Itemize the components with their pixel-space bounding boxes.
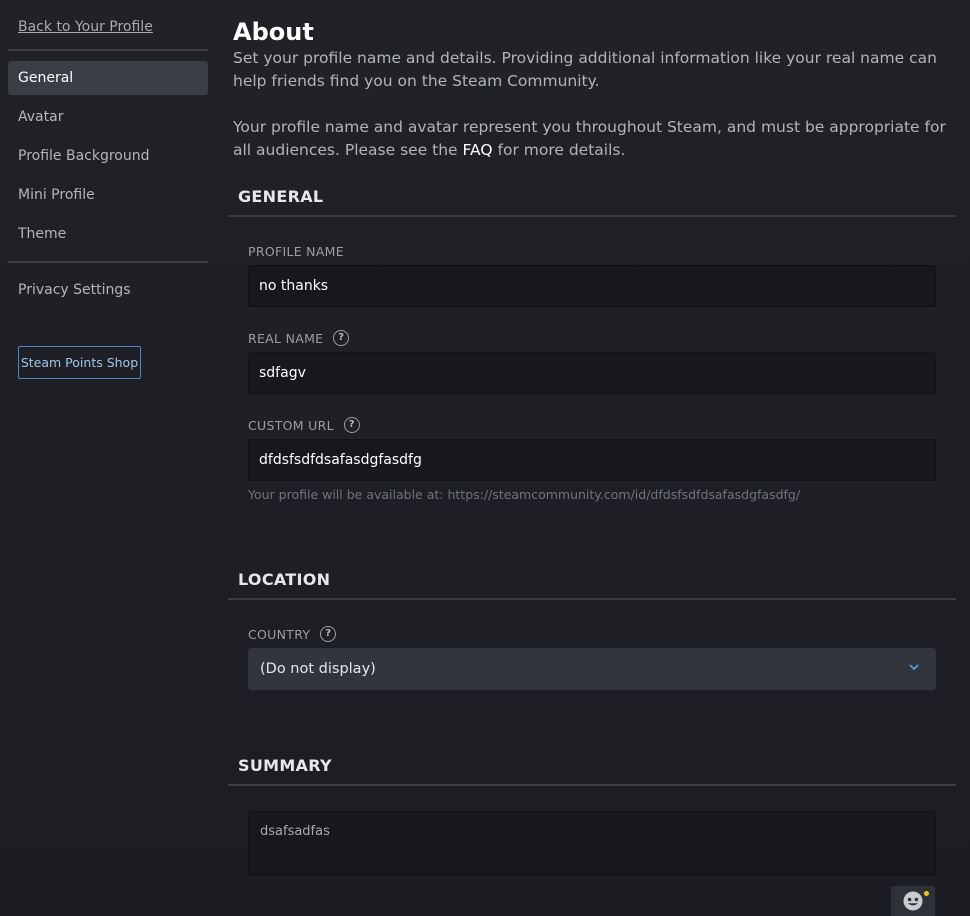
profile-name-input[interactable] bbox=[248, 265, 936, 307]
section-divider bbox=[228, 598, 956, 600]
help-icon[interactable]: ? bbox=[343, 417, 360, 433]
custom-url-label-text: CUSTOM URL bbox=[248, 417, 334, 433]
sidebar-item-profile-background[interactable]: Profile Background bbox=[8, 139, 208, 173]
intro-paragraph: Set your profile name and details. Provi… bbox=[233, 49, 937, 90]
chevron-down-icon bbox=[909, 664, 919, 671]
profile-name-label-text: PROFILE NAME bbox=[248, 244, 344, 259]
section-title-location: LOCATION bbox=[238, 570, 331, 589]
help-icon[interactable]: ? bbox=[320, 626, 337, 642]
sidebar-item-privacy-settings[interactable]: Privacy Settings bbox=[8, 273, 208, 307]
intro-paragraph-guidelines: Your profile name and avatar represent y… bbox=[233, 116, 948, 162]
notification-dot bbox=[924, 891, 929, 896]
section-divider bbox=[228, 215, 956, 217]
settings-sidebar: Back to Your Profile General Avatar Prof… bbox=[0, 0, 218, 916]
section-title-summary: SUMMARY bbox=[238, 756, 332, 775]
custom-url-input[interactable] bbox=[248, 439, 936, 481]
sidebar-divider bbox=[8, 261, 208, 263]
help-icon[interactable]: ? bbox=[333, 330, 350, 346]
emoticon-picker-button[interactable] bbox=[891, 886, 935, 916]
country-label: COUNTRY ? bbox=[248, 626, 337, 642]
summary-textarea[interactable]: dsafsadfas bbox=[248, 811, 936, 875]
country-label-text: COUNTRY bbox=[248, 626, 311, 642]
sidebar-divider bbox=[8, 49, 208, 51]
page-title: About bbox=[233, 18, 314, 46]
sidebar-item-general[interactable]: General bbox=[8, 61, 208, 95]
real-name-input[interactable] bbox=[248, 352, 936, 394]
back-to-profile-link[interactable]: Back to Your Profile bbox=[18, 19, 153, 35]
sidebar-item-mini-profile[interactable]: Mini Profile bbox=[8, 178, 208, 212]
faq-link[interactable]: FAQ bbox=[463, 141, 493, 159]
section-title-general: GENERAL bbox=[238, 187, 324, 206]
section-divider bbox=[228, 784, 956, 786]
profile-name-label: PROFILE NAME bbox=[248, 244, 344, 259]
steam-points-shop-button[interactable]: Steam Points Shop bbox=[18, 346, 141, 379]
guidelines-text-end: for more details. bbox=[497, 141, 626, 159]
custom-url-hint: Your profile will be available at: https… bbox=[248, 487, 801, 502]
country-select-value: (Do not display) bbox=[260, 661, 376, 677]
emoticon-icon bbox=[903, 891, 923, 911]
sidebar-item-avatar[interactable]: Avatar bbox=[8, 100, 208, 134]
custom-url-label: CUSTOM URL ? bbox=[248, 417, 360, 433]
real-name-label-text: REAL NAME bbox=[248, 330, 324, 346]
country-select[interactable]: (Do not display) bbox=[248, 648, 936, 690]
sidebar-item-theme[interactable]: Theme bbox=[8, 217, 208, 251]
real-name-label: REAL NAME ? bbox=[248, 330, 350, 346]
